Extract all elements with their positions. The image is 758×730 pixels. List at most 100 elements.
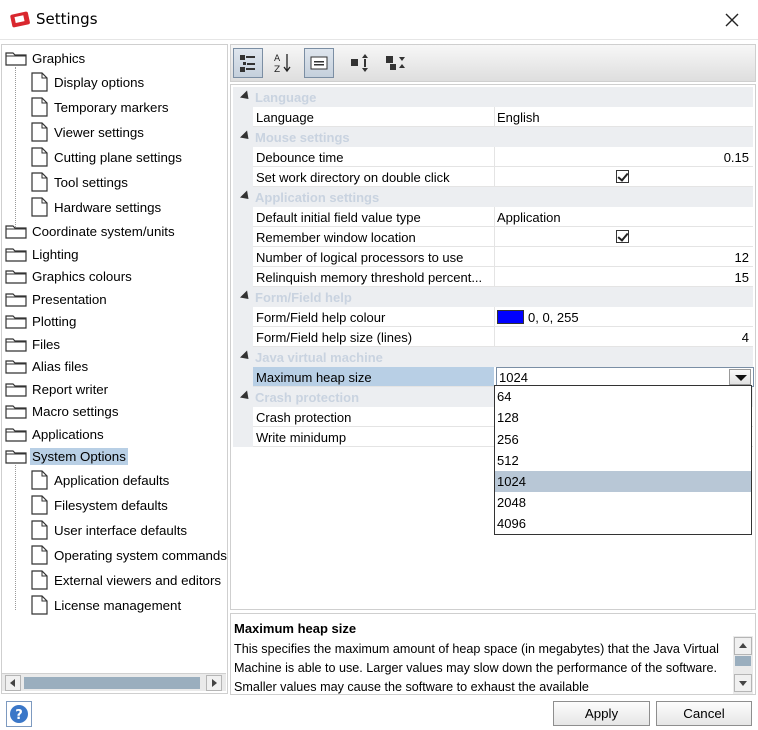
folder-icon — [5, 270, 27, 284]
description-icon[interactable] — [304, 48, 334, 78]
property-name: Form/Field help size (lines) — [253, 327, 494, 347]
tree-item[interactable]: Macro settings — [5, 400, 118, 422]
property-value[interactable]: 4 — [494, 327, 753, 347]
page-icon — [31, 545, 48, 565]
folder-icon — [5, 360, 27, 374]
tree-item[interactable]: System Options — [5, 445, 128, 467]
help-vertical-scrollbar[interactable] — [733, 636, 753, 694]
collapse-triangle-icon[interactable] — [239, 290, 253, 303]
workdir-checkbox[interactable] — [616, 170, 629, 183]
close-icon[interactable] — [716, 8, 748, 32]
property-value[interactable]: 15 — [494, 267, 753, 287]
tree-item[interactable]: Cutting plane settings — [31, 146, 182, 168]
category-application-settings[interactable]: Application settings — [233, 187, 753, 207]
property-row-selected[interactable]: Maximum heap size 1024 — [233, 367, 754, 387]
scroll-down-icon[interactable] — [734, 674, 752, 692]
category-java-virtual-machine[interactable]: Java virtual machine — [233, 347, 753, 367]
tree-item[interactable]: Tool settings — [31, 171, 128, 193]
dropdown-option[interactable]: 256 — [495, 429, 751, 450]
tree-item[interactable]: Coordinate system/units — [5, 220, 175, 242]
scroll-up-icon[interactable] — [734, 637, 752, 655]
collapse-triangle-icon[interactable] — [239, 350, 253, 363]
tree-item[interactable]: Lighting — [5, 243, 79, 265]
property-row[interactable]: Form/Field help size (lines) 4 — [233, 327, 753, 347]
dropdown-option[interactable]: 1024 — [495, 471, 751, 492]
tree-horizontal-scrollbar[interactable] — [2, 673, 226, 691]
apply-button[interactable]: Apply — [553, 701, 650, 726]
property-toolbar: A Z — [230, 44, 756, 82]
category-language[interactable]: Language — [233, 87, 753, 107]
dropdown-option[interactable]: 64 — [495, 386, 751, 407]
folder-icon — [5, 52, 27, 66]
combobox-value: 1024 — [499, 370, 528, 385]
tree-item[interactable]: Viewer settings — [31, 121, 144, 143]
tree-item[interactable]: User interface defaults — [31, 519, 187, 541]
dropdown-option[interactable]: 4096 — [495, 513, 751, 534]
expand-all-icon[interactable] — [346, 48, 376, 78]
folder-icon — [5, 338, 27, 352]
property-row[interactable]: Relinquish memory threshold percent... 15 — [233, 267, 753, 287]
tree-item[interactable]: Application defaults — [31, 469, 169, 491]
property-value[interactable]: Application — [494, 207, 753, 227]
property-row[interactable]: Number of logical processors to use 12 — [233, 247, 753, 267]
tree-item[interactable]: Display options — [31, 71, 144, 93]
tree-item[interactable]: Files — [5, 333, 60, 355]
tree-item[interactable]: Applications — [5, 423, 104, 445]
tree-item-label: Alias files — [32, 358, 89, 374]
tree-item[interactable]: Graphics colours — [5, 265, 132, 287]
folder-icon — [5, 383, 27, 397]
help-title: Maximum heap size — [234, 621, 357, 636]
property-row[interactable]: Debounce time 0.15 — [233, 147, 753, 167]
dropdown-option[interactable]: 128 — [495, 407, 751, 428]
scrollbar-thumb[interactable] — [24, 677, 200, 689]
tree-item-label: Hardware settings — [54, 199, 162, 215]
page-icon — [31, 97, 48, 117]
title-bar: Settings — [0, 0, 758, 40]
category-form-field-help[interactable]: Form/Field help — [233, 287, 753, 307]
property-row[interactable]: Set work directory on double click — [233, 167, 753, 187]
tree-item[interactable]: Graphics — [5, 47, 85, 69]
category-mouse-settings[interactable]: Mouse settings — [233, 127, 753, 147]
remember-location-checkbox[interactable] — [616, 230, 629, 243]
collapse-triangle-icon[interactable] — [239, 90, 253, 103]
colour-swatch[interactable] — [497, 310, 524, 324]
chevron-down-icon[interactable] — [729, 369, 751, 385]
property-value[interactable]: 0.15 — [494, 147, 753, 167]
help-icon[interactable]: ? — [6, 701, 32, 727]
scrollbar-thumb[interactable] — [735, 656, 751, 666]
property-name: Maximum heap size — [253, 367, 494, 387]
tree-item[interactable]: Report writer — [5, 378, 108, 400]
property-value[interactable]: 12 — [494, 247, 753, 267]
tree-item[interactable]: Plotting — [5, 310, 76, 332]
tree-item-label: Tool settings — [54, 174, 128, 190]
tree-item[interactable]: Presentation — [5, 288, 107, 310]
tree-item[interactable]: License management — [31, 594, 181, 616]
collapse-triangle-icon[interactable] — [239, 130, 253, 143]
cancel-button[interactable]: Cancel — [656, 701, 752, 726]
property-value[interactable]: English — [494, 107, 753, 127]
collapse-triangle-icon[interactable] — [239, 190, 253, 203]
dropdown-option[interactable]: 512 — [495, 450, 751, 471]
categorized-icon[interactable] — [233, 48, 263, 78]
heap-size-combobox[interactable]: 1024 — [496, 367, 754, 387]
tree-item[interactable]: Alias files — [5, 355, 88, 377]
tree-item[interactable]: External viewers and editors — [31, 569, 221, 591]
collapse-triangle-icon[interactable] — [239, 390, 253, 403]
collapse-all-icon[interactable] — [381, 48, 411, 78]
tree-item[interactable]: Hardware settings — [31, 196, 161, 218]
property-row[interactable]: Remember window location — [233, 227, 753, 247]
dropdown-option[interactable]: 2048 — [495, 492, 751, 513]
tree-item-label: User interface defaults — [54, 522, 188, 538]
tree-item[interactable]: Operating system commands — [31, 544, 227, 566]
tree-item[interactable]: Filesystem defaults — [31, 494, 168, 516]
page-icon — [31, 72, 48, 92]
tree-item[interactable]: Temporary markers — [31, 96, 169, 118]
page-icon — [31, 470, 48, 490]
property-row[interactable]: Form/Field help colour 0, 0, 255 — [233, 307, 753, 327]
scroll-left-icon[interactable] — [5, 675, 21, 691]
property-name: Debounce time — [253, 147, 494, 167]
property-row[interactable]: Default initial field value type Applicat… — [233, 207, 753, 227]
scroll-right-icon[interactable] — [206, 675, 222, 691]
sort-alphabetical-icon[interactable]: A Z — [268, 48, 298, 78]
property-row[interactable]: Language English — [233, 107, 753, 127]
